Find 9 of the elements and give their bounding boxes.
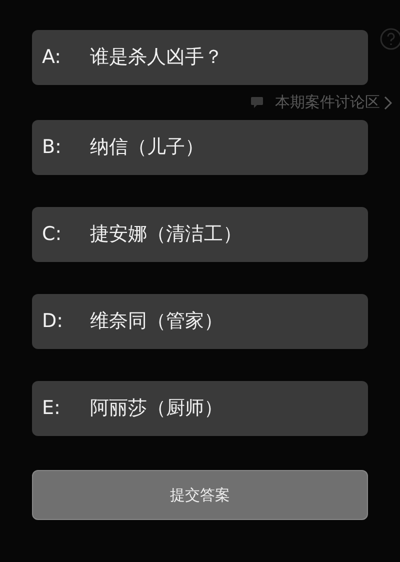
help-icon[interactable] xyxy=(380,28,400,50)
answer-option[interactable]: B: 纳信（儿子） xyxy=(32,120,368,175)
submit-button[interactable]: 提交答案 xyxy=(32,470,368,520)
answer-option[interactable]: C: 捷安娜（清洁工） xyxy=(32,207,368,262)
chat-icon xyxy=(251,97,263,108)
question-card: A: 谁是杀人凶手？ xyxy=(32,30,368,85)
answer-option[interactable]: E: 阿丽莎（厨师） xyxy=(32,381,368,436)
answer-option[interactable]: D: 维奈同（管家） xyxy=(32,294,368,349)
chevron-right-icon xyxy=(384,96,392,110)
